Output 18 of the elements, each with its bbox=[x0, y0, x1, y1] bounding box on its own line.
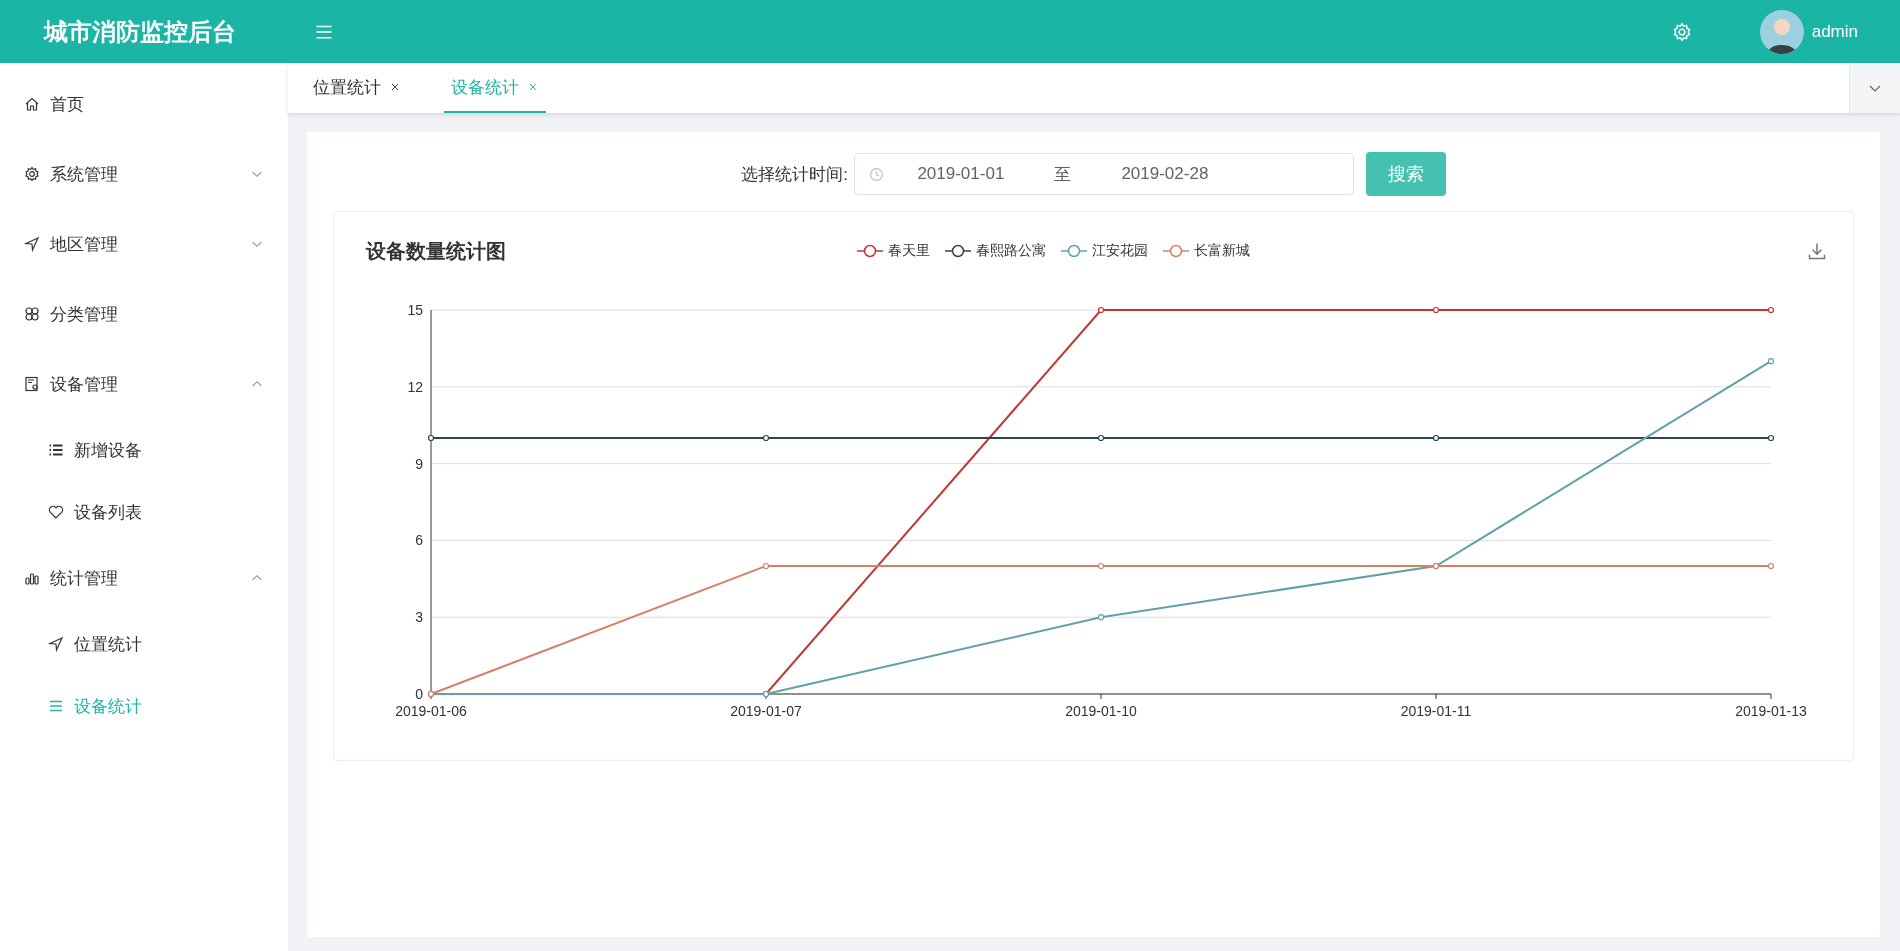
x-tick-label: 2019-01-06 bbox=[395, 703, 467, 719]
x-tick-label: 2019-01-11 bbox=[1400, 703, 1472, 719]
y-tick-label: 0 bbox=[415, 686, 423, 702]
x-tick-label: 2019-01-13 bbox=[1735, 703, 1807, 719]
legend-label: 春熙路公寓 bbox=[976, 242, 1046, 260]
app-title: 城市消防监控后台 bbox=[42, 16, 237, 47]
legend-label: 长富新城 bbox=[1194, 242, 1250, 260]
y-tick-label: 6 bbox=[415, 532, 423, 549]
legend-label: 春天里 bbox=[888, 242, 930, 260]
chart-title: 设备数量统计图 bbox=[366, 238, 507, 264]
x-tick-label: 2019-01-10 bbox=[1065, 703, 1137, 719]
y-tick-label: 9 bbox=[415, 455, 423, 472]
legend-label: 江安花园 bbox=[1092, 242, 1148, 260]
filter-label: 选择统计时间: bbox=[741, 163, 848, 186]
y-tick-label: 15 bbox=[407, 302, 423, 318]
x-tick-label: 2019-01-07 bbox=[730, 703, 802, 719]
y-tick-label: 3 bbox=[415, 609, 423, 626]
y-tick-label: 12 bbox=[407, 378, 423, 395]
